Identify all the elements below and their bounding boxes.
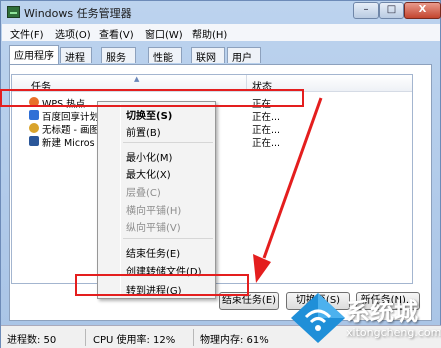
wifi-diamond-logo-icon [291,293,345,343]
watermark-url: xitongcheng.com [346,326,441,339]
watermark: 系统城 xitongcheng.com [288,290,441,347]
watermark-title: 系统城 [346,298,418,326]
